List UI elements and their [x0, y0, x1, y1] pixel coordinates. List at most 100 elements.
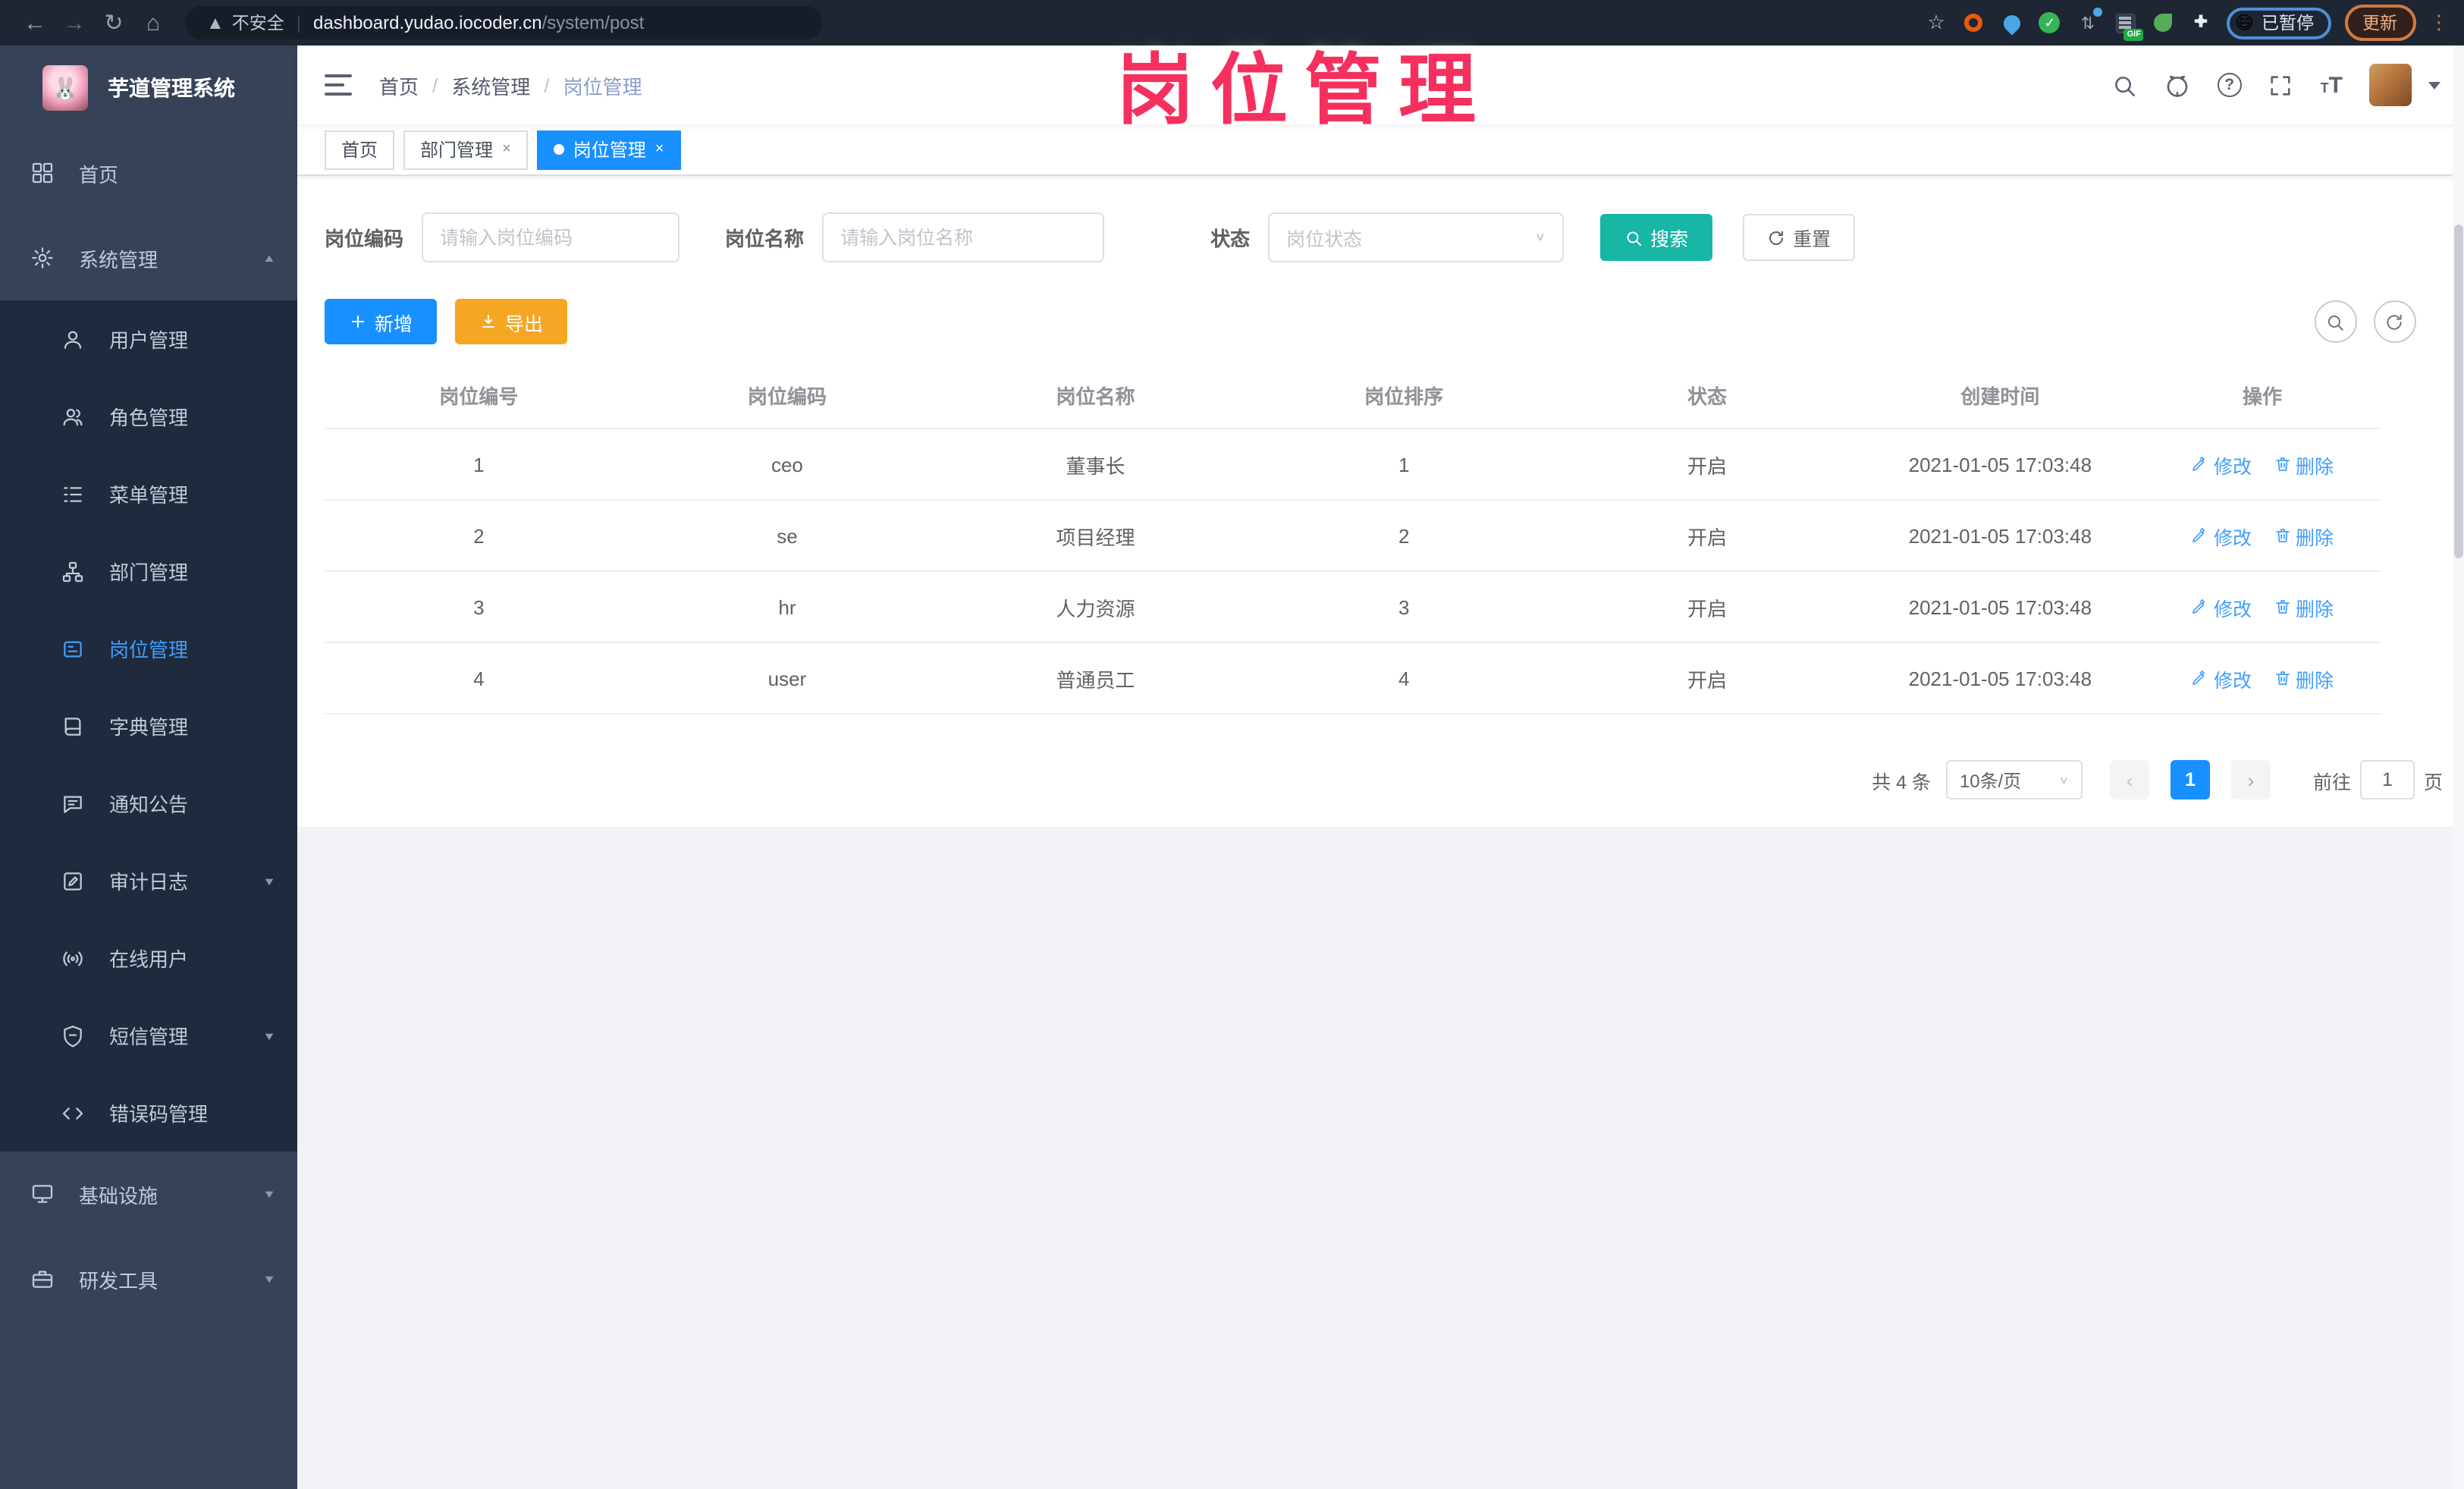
dict-book-icon — [61, 714, 85, 738]
sidebar-item-sms-management[interactable]: 短信管理 ▼ — [0, 997, 297, 1074]
address-bar[interactable]: ▲ 不安全 | dashboard.yudao.iocoder.cn /syst… — [185, 6, 822, 39]
close-icon[interactable]: × — [655, 141, 664, 158]
sidebar-item-dept-management[interactable]: 部门管理 — [0, 532, 297, 610]
delete-link[interactable]: 删除 — [2273, 592, 2334, 621]
edit-link[interactable]: 修改 — [2191, 664, 2252, 693]
sidebar-item-audit-log[interactable]: 审计日志 ▼ — [0, 842, 297, 919]
sidebar-item-online-users[interactable]: 在线用户 — [0, 919, 297, 997]
browser-actions: ☆ ✓ ⇅ GIF 😄 已暂停 更新 ⋮ — [1924, 5, 2449, 41]
sidebar-item-infrastructure[interactable]: 基础设施 ▼ — [0, 1151, 297, 1236]
sidebar-item-system-management[interactable]: 系统管理 ▲ — [0, 215, 297, 300]
reload-icon[interactable]: ↻ — [94, 9, 133, 36]
chevron-down-icon: ▼ — [262, 1188, 276, 1200]
active-tab-dot — [553, 144, 564, 155]
sidebar-item-error-code-management[interactable]: 错误码管理 — [0, 1074, 297, 1151]
search-button[interactable]: 搜索 — [1600, 214, 1713, 261]
tab-home[interactable]: 首页 — [325, 130, 395, 169]
extension-pin-icon[interactable] — [2000, 11, 2024, 35]
home-icon[interactable]: ⌂ — [133, 10, 173, 36]
page-scrollbar[interactable] — [2452, 46, 2464, 1489]
app-header: 首页 / 系统管理 / 岗位管理 ? TT — [297, 46, 2464, 124]
avatar[interactable] — [2368, 64, 2411, 106]
extension-ring-icon[interactable] — [1962, 11, 1986, 35]
paused-label: 已暂停 — [2262, 15, 2314, 33]
reset-button[interactable]: 重置 — [1743, 214, 1856, 261]
pagination: 共 4 条 10条/页 ∨ ‹ 1 › 前往 页 — [325, 760, 2443, 799]
table-row: 3 hr 人力资源 3 开启 2021-01-05 17:03:48 修改 删除 — [325, 572, 2381, 643]
help-icon[interactable]: ? — [2217, 73, 2242, 97]
refresh-button[interactable] — [2373, 300, 2415, 343]
app-title: 芋道管理系统 — [108, 76, 235, 100]
github-icon[interactable] — [2164, 71, 2192, 99]
extension-check-icon[interactable]: ✓ — [2038, 11, 2062, 35]
table-row: 1 ceo 董事长 1 开启 2021-01-05 17:03:48 修改 删除 — [325, 429, 2381, 501]
goto-page-input[interactable] — [2359, 760, 2415, 799]
url-host: dashboard.yudao.iocoder.cn — [313, 12, 542, 33]
sidebar-item-home[interactable]: 首页 — [0, 130, 297, 215]
browser-menu-icon[interactable]: ⋮ — [2429, 11, 2449, 35]
scrollbar-thumb[interactable] — [2453, 225, 2462, 558]
fullscreen-icon[interactable] — [2268, 71, 2295, 99]
sidebar-item-notice[interactable]: 通知公告 — [0, 765, 297, 842]
status-text: 开启 — [1687, 668, 1728, 691]
hide-search-button[interactable] — [2314, 300, 2356, 343]
infra-monitor-icon — [30, 1182, 55, 1206]
status-label: 状态 — [1210, 228, 1251, 250]
sidebar-item-user-management[interactable]: 用户管理 — [0, 300, 297, 378]
user-icon — [61, 327, 85, 351]
post-name-input[interactable] — [822, 212, 1105, 262]
tab-post-management[interactable]: 岗位管理 × — [536, 130, 681, 169]
content-background — [297, 827, 2464, 1489]
page-unit-label: 页 — [2423, 771, 2443, 793]
bookmark-star-icon[interactable]: ☆ — [1924, 11, 1948, 35]
extensions-puzzle-icon[interactable] — [2189, 11, 2214, 35]
delete-link[interactable]: 删除 — [2273, 664, 2334, 693]
post-code-input[interactable] — [422, 212, 680, 262]
edit-link[interactable]: 修改 — [2191, 592, 2252, 621]
delete-link[interactable]: 删除 — [2273, 450, 2334, 479]
breadcrumb-home[interactable]: 首页 — [379, 71, 419, 99]
post-table: 岗位编号 岗位编码 岗位名称 岗位排序 状态 创建时间 操作 1 ceo 董事长… — [325, 363, 2381, 715]
url-path: /system/post — [541, 12, 645, 33]
hamburger-icon[interactable] — [325, 74, 352, 96]
app-logo[interactable]: 🐰 芋道管理系统 — [0, 46, 297, 130]
dashboard-icon — [30, 161, 55, 185]
edit-link[interactable]: 修改 — [2191, 450, 2252, 479]
sidebar-item-dev-tools[interactable]: 研发工具 ▼ — [0, 1236, 297, 1321]
export-button[interactable]: 导出 — [455, 299, 568, 344]
delete-link[interactable]: 删除 — [2273, 521, 2334, 550]
browser-update-button[interactable]: 更新 — [2344, 5, 2415, 41]
prev-page-button[interactable]: ‹ — [2109, 760, 2149, 799]
back-icon[interactable]: ← — [15, 10, 55, 36]
goto-label: 前往 — [2312, 771, 2351, 793]
security-label: 不安全 — [231, 15, 284, 33]
chevron-up-icon: ▲ — [262, 252, 276, 264]
sidebar-item-dict-management[interactable]: 字典管理 — [0, 687, 297, 765]
chevron-down-icon[interactable] — [2428, 81, 2440, 89]
forward-icon[interactable]: → — [55, 10, 94, 36]
extension-sliders-icon[interactable]: ⇅ — [2076, 8, 2103, 35]
breadcrumb: 首页 / 系统管理 / 岗位管理 — [379, 71, 642, 99]
profile-paused-chip[interactable]: 😄 已暂停 — [2227, 7, 2331, 39]
online-signal-icon — [61, 946, 85, 970]
extension-list-icon[interactable]: GIF — [2114, 11, 2144, 41]
current-page-button[interactable]: 1 — [2170, 760, 2210, 799]
search-icon[interactable] — [2111, 71, 2139, 99]
table-row: 4 user 普通员工 4 开启 2021-01-05 17:03:48 修改 … — [325, 643, 2381, 715]
sidebar-item-menu-management[interactable]: 菜单管理 — [0, 455, 297, 532]
close-icon[interactable]: × — [502, 141, 511, 158]
extension-sprout-icon[interactable] — [2152, 11, 2176, 35]
page-size-select[interactable]: 10条/页 ∨ — [1945, 760, 2083, 799]
edit-link[interactable]: 修改 — [2191, 521, 2252, 550]
tab-dept-management[interactable]: 部门管理 × — [403, 130, 528, 169]
font-size-icon[interactable]: TT — [2321, 72, 2343, 98]
status-select[interactable]: 岗位状态 ∨ — [1268, 212, 1565, 262]
status-text: 开启 — [1687, 454, 1728, 477]
sidebar-item-role-management[interactable]: 角色管理 — [0, 378, 297, 455]
breadcrumb-system[interactable]: 系统管理 — [451, 71, 530, 99]
next-page-button[interactable]: › — [2230, 760, 2271, 799]
page: ← → ↻ ⌂ ▲ 不安全 | dashboard.yudao.iocoder.… — [0, 0, 2464, 1489]
main-area: 首页 / 系统管理 / 岗位管理 ? TT 首页 部门管理 × 岗位管理 × 岗… — [297, 46, 2464, 1489]
sidebar-item-post-management[interactable]: 岗位管理 — [0, 610, 297, 687]
add-button[interactable]: 新增 — [325, 299, 438, 344]
